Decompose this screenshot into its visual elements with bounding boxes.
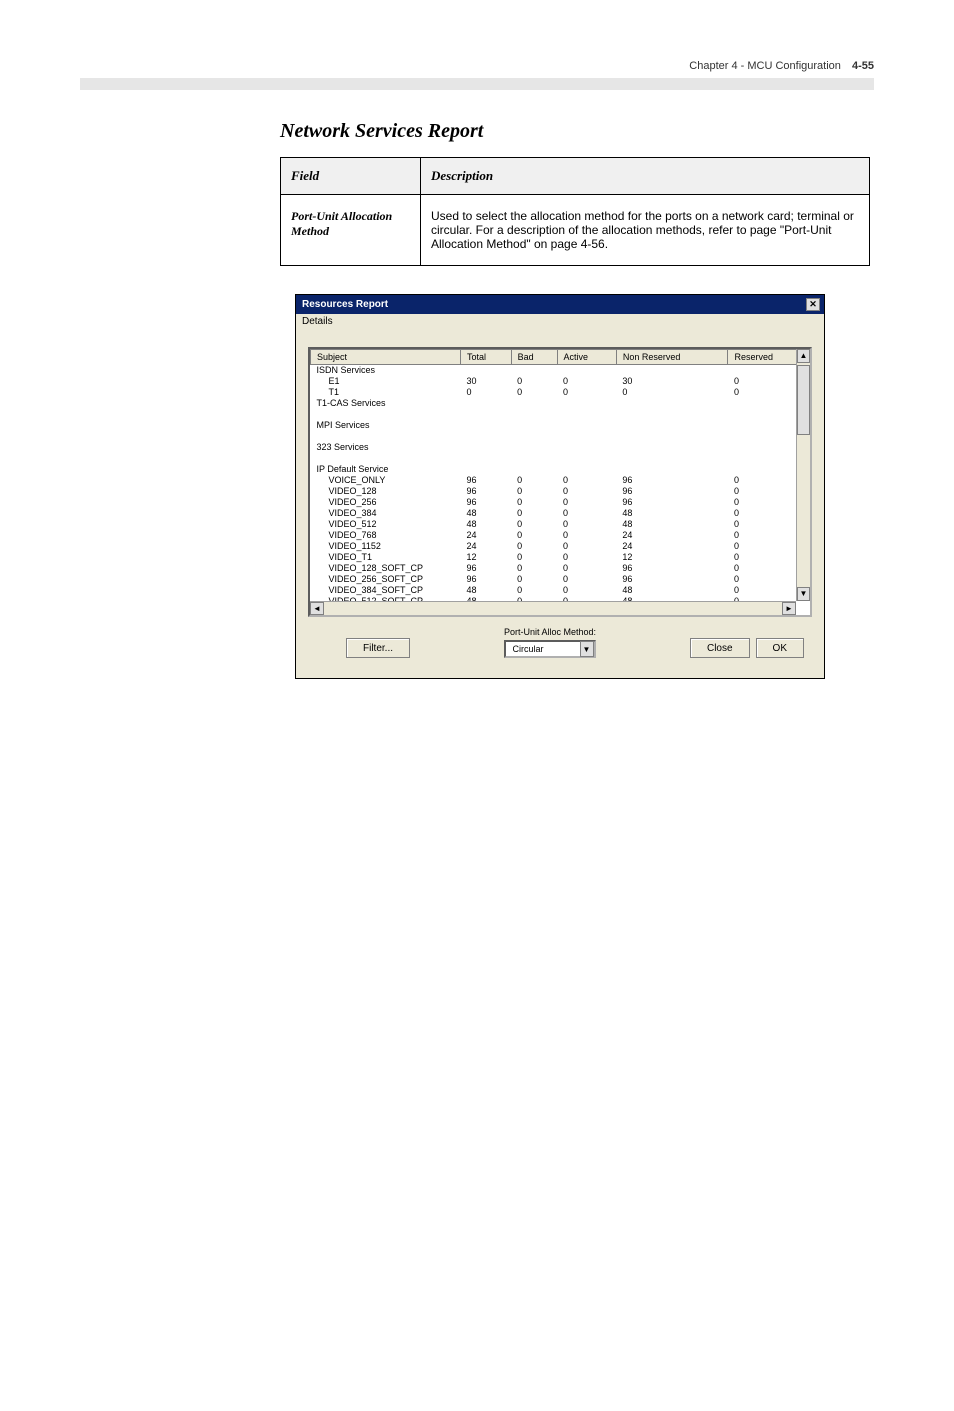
category-row: IP Default Service [311, 464, 461, 475]
section-title: Network Services Report [280, 120, 874, 143]
horizontal-scrollbar[interactable]: ◄ ► [310, 601, 796, 615]
report-item: VIDEO_384_SOFT_CP [311, 585, 461, 596]
scroll-up-icon[interactable]: ▲ [797, 349, 810, 363]
port-alloc-value: Circular [506, 644, 579, 654]
dialog-title: Resources Report [302, 299, 388, 310]
fields-col-desc: Description [421, 158, 870, 195]
port-alloc-combo[interactable]: Circular ▼ [504, 640, 595, 658]
report-item: VIDEO_256_SOFT_CP [311, 574, 461, 585]
category-row: 323 Services [311, 442, 461, 453]
vertical-scrollbar[interactable]: ▲ ▼ [796, 349, 810, 601]
ok-button[interactable]: OK [756, 638, 804, 658]
close-button[interactable]: Close [690, 638, 750, 658]
fields-table: Field Description Port-Unit Allocation M… [280, 157, 870, 266]
dialog-titlebar: Resources Report ✕ [296, 295, 824, 314]
report-item: VIDEO_768 [311, 530, 461, 541]
field-name: Port-Unit Allocation Method [281, 195, 421, 266]
report-item: VIDEO_256 [311, 497, 461, 508]
category-row: ISDN Services [311, 365, 461, 377]
report-item: T1 [311, 387, 461, 398]
category-row: T1-CAS Services [311, 398, 461, 409]
report-item: VIDEO_128_SOFT_CP [311, 563, 461, 574]
fields-col-field: Field [281, 158, 421, 195]
chevron-down-icon[interactable]: ▼ [580, 641, 594, 657]
chapter-title: Chapter 4 - MCU Configuration [689, 60, 841, 72]
scroll-right-icon[interactable]: ► [782, 602, 796, 615]
col-nonreserved[interactable]: Non Reserved [616, 350, 728, 365]
report-item: E1 [311, 376, 461, 387]
scroll-down-icon[interactable]: ▼ [797, 587, 810, 601]
col-active[interactable]: Active [557, 350, 616, 365]
report-item: VIDEO_384 [311, 508, 461, 519]
report-item: VIDEO_1152 [311, 541, 461, 552]
resources-report-dialog: Resources Report ✕ Details Subject Total… [295, 294, 825, 679]
col-total[interactable]: Total [461, 350, 512, 365]
col-subject[interactable]: Subject [311, 350, 461, 365]
menu-details[interactable]: Details [302, 316, 333, 327]
close-icon[interactable]: ✕ [806, 298, 820, 311]
report-item: VIDEO_T1 [311, 552, 461, 563]
scroll-thumb[interactable] [797, 365, 810, 435]
col-bad[interactable]: Bad [511, 350, 557, 365]
report-listview[interactable]: Subject Total Bad Active Non Reserved Re… [308, 347, 812, 617]
dialog-menubar: Details [296, 314, 824, 329]
port-alloc-label: Port-Unit Alloc Method: [504, 627, 596, 637]
filter-button[interactable]: Filter... [346, 638, 410, 658]
category-row: MPI Services [311, 420, 461, 431]
field-desc: Used to select the allocation method for… [421, 195, 870, 266]
header-rule [80, 78, 874, 90]
report-item: VOICE_ONLY [311, 475, 461, 486]
page-number: 4-55 [852, 60, 874, 72]
report-item: VIDEO_512 [311, 519, 461, 530]
scroll-left-icon[interactable]: ◄ [310, 602, 324, 615]
report-item: VIDEO_128 [311, 486, 461, 497]
